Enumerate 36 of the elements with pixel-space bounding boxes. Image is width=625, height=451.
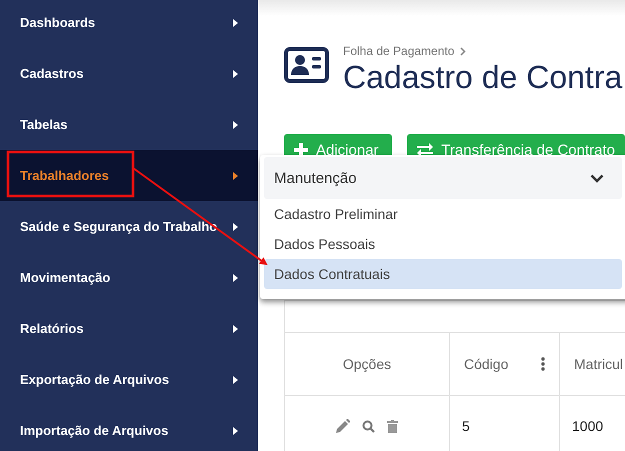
menu-item[interactable]: Cadastro Preliminar <box>264 199 622 229</box>
menu-item[interactable]: Dados Contratuais <box>264 259 622 289</box>
caret-icon <box>233 120 238 128</box>
column-header[interactable]: Matricul <box>560 333 625 396</box>
caret-icon <box>233 376 238 384</box>
id-card-icon <box>284 47 329 83</box>
sidebar-item[interactable]: Relatórios <box>0 303 258 354</box>
menu-item[interactable]: Dados Pessoais <box>264 229 622 259</box>
chevron-right-icon <box>460 46 466 56</box>
caret-icon <box>233 426 238 434</box>
caret-icon <box>233 274 238 282</box>
sidebar-item[interactable]: Dashboards <box>0 0 258 48</box>
menu-group-header[interactable]: Manutenção <box>264 157 622 199</box>
column-header[interactable]: Código <box>450 333 560 396</box>
sidebar-item[interactable]: Exportação de Arquivos <box>0 354 258 405</box>
sidebar-item[interactable]: Trabalhadores <box>0 150 258 201</box>
sidebar-item[interactable]: Movimentação <box>0 252 258 303</box>
sidebar-item[interactable]: Saúde e Segurança do Trabalho <box>0 201 258 252</box>
sidebar-item[interactable]: Importação de Arquivos <box>0 405 258 451</box>
column-header[interactable]: Opções <box>285 333 450 396</box>
table-cell: 1000 <box>560 396 625 451</box>
sidebar-item[interactable]: Tabelas <box>0 99 258 150</box>
page-title: Cadastro de Contra <box>343 58 622 96</box>
caret-icon <box>233 18 238 26</box>
search-icon[interactable] <box>362 420 375 432</box>
kebab-menu-icon[interactable] <box>541 357 545 371</box>
trash-icon[interactable] <box>387 420 398 432</box>
caret-icon <box>233 172 238 180</box>
caret-icon <box>233 70 238 78</box>
pencil-icon[interactable] <box>336 419 350 433</box>
caret-icon <box>233 222 238 230</box>
caret-icon <box>233 324 238 332</box>
table-cell: 5 <box>450 396 560 451</box>
chevron-icon <box>590 174 604 182</box>
sidebar-item[interactable]: Cadastros <box>0 48 258 99</box>
breadcrumb-link[interactable]: Folha de Pagamento <box>343 44 454 58</box>
